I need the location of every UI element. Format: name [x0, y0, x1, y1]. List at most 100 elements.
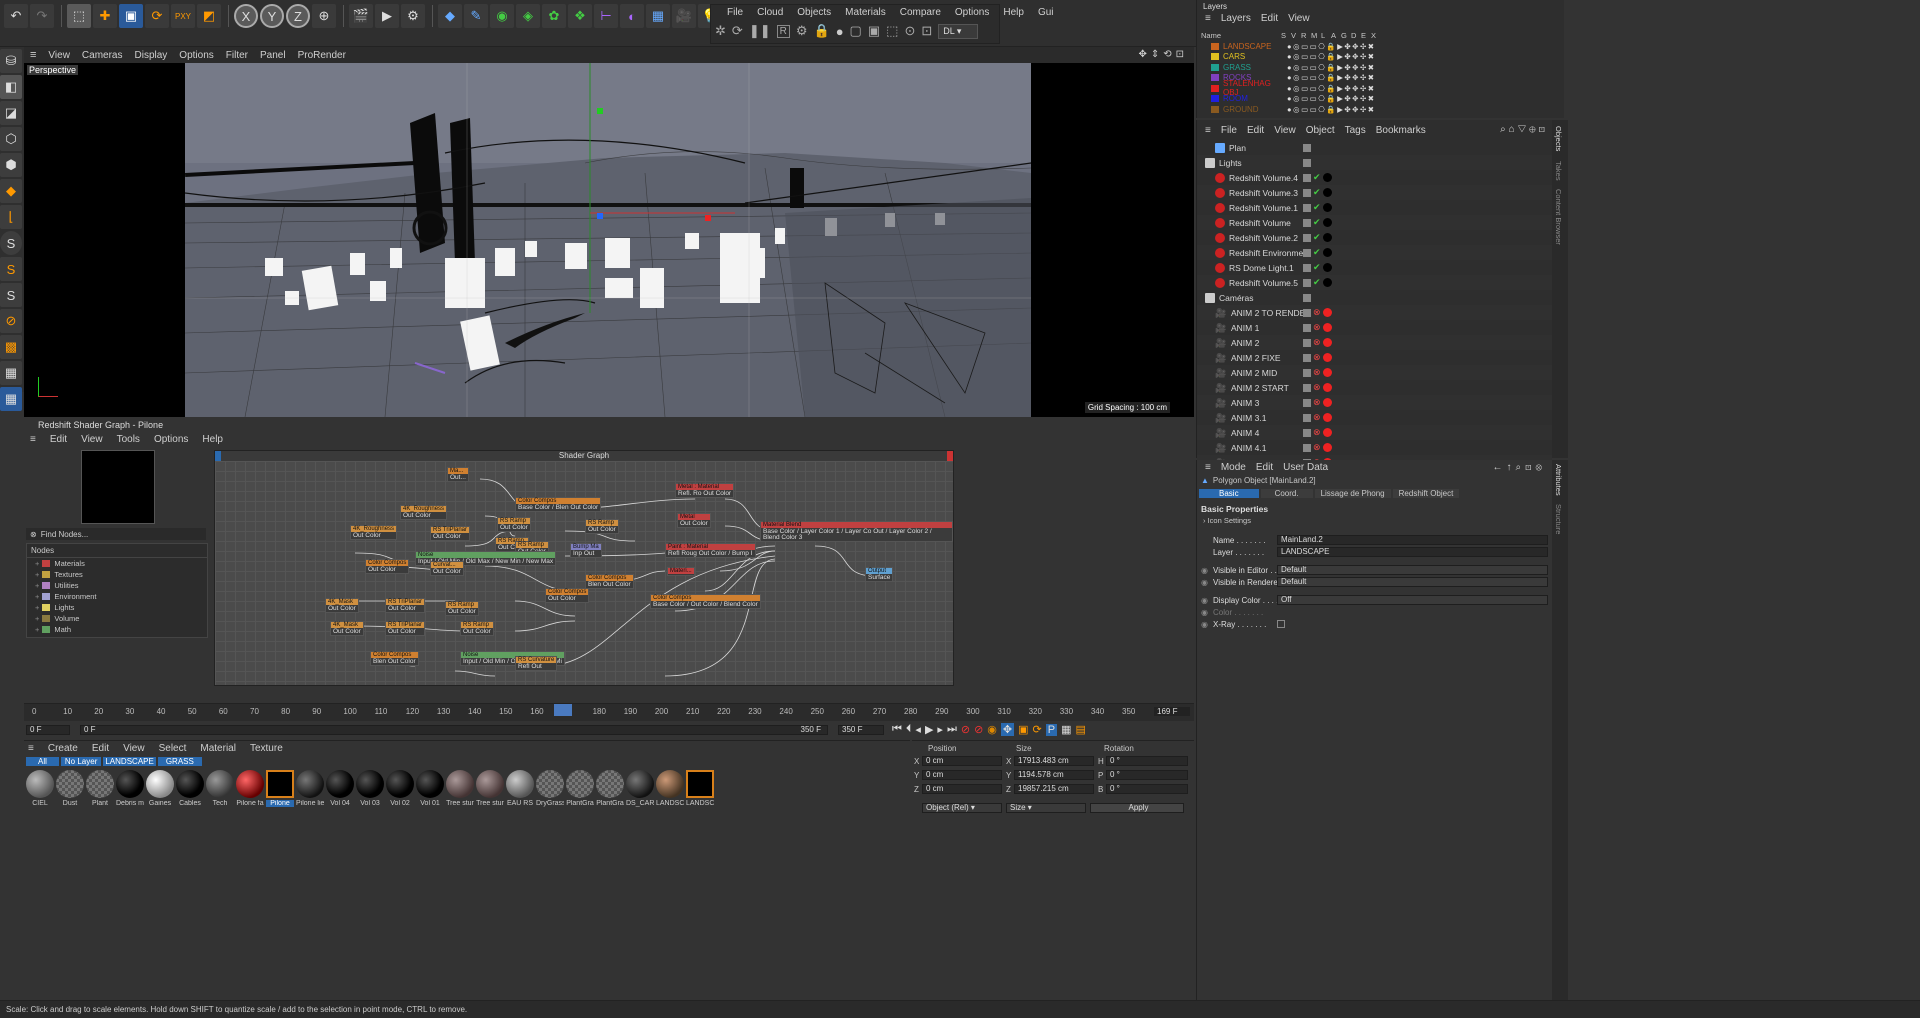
shader-node[interactable]: RS RampOut Color [460, 621, 494, 636]
check-icon[interactable]: ✔ [1313, 232, 1321, 243]
edit-visibility-icon[interactable] [1303, 188, 1311, 197]
material-menu-material[interactable]: Material [200, 743, 236, 754]
camera-tag-icon[interactable] [1322, 428, 1332, 437]
edit-visibility-icon[interactable] [1303, 218, 1311, 227]
size-field[interactable]: 17913.483 cm [1014, 756, 1094, 766]
snap-settings-icon[interactable]: S [0, 257, 22, 281]
timeline-window-icon[interactable]: ▤ [1075, 723, 1085, 736]
node-category-item[interactable]: + Utilities [27, 580, 207, 591]
material-swatch[interactable]: LANDSC [686, 770, 714, 807]
pin-icon[interactable]: ⊙ [904, 23, 915, 39]
camera-tag-icon[interactable] [1322, 323, 1332, 332]
refresh-icon[interactable]: ⟳ [732, 23, 743, 39]
attribute-value-field[interactable]: MainLand.2 [1277, 535, 1548, 545]
viewport-nav-icons[interactable]: ✥⇕⟲⊡ [1138, 49, 1188, 60]
rotation-field[interactable]: 0 ° [1106, 756, 1188, 766]
undo-icon[interactable]: ↶ [4, 4, 28, 28]
object-row[interactable]: 🎥 ANIM 2 MID ⊗ [1197, 365, 1552, 380]
camera-tag-icon[interactable] [1322, 368, 1332, 377]
viewport-menu-display[interactable]: Display [135, 50, 168, 61]
node-category-item[interactable]: + Textures [27, 569, 207, 580]
edit-visibility-icon[interactable] [1303, 338, 1311, 347]
shader-node[interactable]: Color Compos Base Color / Blen Out Color [515, 497, 602, 512]
floor-icon[interactable]: ▦ [646, 4, 670, 28]
scale-tool-icon[interactable]: ▣ [119, 4, 143, 28]
tab-coord[interactable]: Coord. [1260, 488, 1313, 498]
viewport-menu-icon[interactable]: ≡ [30, 49, 36, 61]
transform-tool-icon[interactable]: ◩ [197, 4, 221, 28]
shader-node[interactable]: RS RampOut Color [497, 517, 531, 532]
shader-node[interactable]: RS TriPlanar Out Color [430, 526, 471, 541]
edit-visibility-icon[interactable] [1303, 233, 1311, 242]
shader-node[interactable]: 4K_Mask Out Color [330, 621, 364, 636]
layer-flags-icons[interactable]: ●◎▭▭⎔🔒▶✤✥✣✖ [1287, 63, 1376, 72]
edit-visibility-icon[interactable] [1303, 173, 1311, 182]
layer-flags-icons[interactable]: ●◎▭▭⎔🔒▶✤✥✣✖ [1287, 84, 1376, 93]
camera-tag-icon[interactable] [1322, 413, 1332, 422]
filter-no-layer[interactable]: No Layer [60, 756, 102, 766]
shader-node[interactable]: Materi... [667, 567, 695, 576]
objects-menu-view[interactable]: View [1274, 125, 1296, 136]
attributes-menu-userdata[interactable]: User Data [1283, 462, 1328, 473]
object-row[interactable]: Redshift Volume.5 ✔ [1197, 275, 1552, 290]
shader-node[interactable]: Curvat... Out Color [430, 561, 464, 576]
material-swatch[interactable]: DryGrass [536, 770, 564, 807]
target-icon[interactable]: ⊗ [1313, 397, 1321, 408]
attribute-radio-icon[interactable]: ◉ [1201, 620, 1209, 629]
edit-visibility-icon[interactable] [1303, 293, 1311, 302]
attribute-value-field[interactable]: Default [1277, 565, 1548, 575]
material-swatch[interactable]: Dust [56, 770, 84, 807]
object-row[interactable]: 🎥 ANIM 4 ⊗ [1197, 425, 1552, 440]
object-row[interactable]: 🎥 ANIM 4.1 ⊗ [1197, 440, 1552, 455]
key-param-icon[interactable]: P [1045, 723, 1058, 736]
material-tag-icon[interactable] [1322, 218, 1332, 227]
key-rotation-icon[interactable]: ⟳ [1033, 723, 1042, 736]
expand-icon[interactable]: + [35, 625, 39, 634]
timeline[interactable]: 0 10 20 30 40 50 60 70 80 90 100 110 120 130 140 150 160… [24, 703, 1194, 721]
apply-button[interactable]: Apply [1090, 803, 1184, 813]
coordinate-system-icon[interactable]: ⊕ [312, 4, 336, 28]
edit-visibility-icon[interactable] [1303, 443, 1311, 452]
expand-icon[interactable]: + [35, 570, 39, 579]
shader-node[interactable]: Color Compos Blen Out Color [370, 651, 419, 666]
lock-icon[interactable]: 🔒 [814, 23, 830, 39]
viewport-menu-panel[interactable]: Panel [260, 50, 286, 61]
object-row[interactable]: Caméras [1197, 290, 1552, 305]
material-swatch[interactable]: Cables [176, 770, 204, 807]
material-swatch[interactable]: Vol 04 [326, 770, 354, 807]
layer-color-swatch[interactable] [1211, 63, 1219, 71]
icon-settings-toggle[interactable]: › Icon Settings [1197, 516, 1552, 528]
target-icon[interactable]: ⊗ [1313, 382, 1321, 393]
shader-node[interactable]: 4K_Roughness Out Color [350, 525, 398, 540]
material-tag-icon[interactable] [1322, 233, 1332, 242]
attributes-menu-edit[interactable]: Edit [1256, 462, 1273, 473]
objects-menu-file[interactable]: File [1221, 125, 1237, 136]
check-icon[interactable]: ✔ [1313, 172, 1321, 183]
position-field[interactable]: 0 cm [922, 756, 1002, 766]
object-row[interactable]: Lights [1197, 155, 1552, 170]
move-tool-icon[interactable]: ✚ [93, 4, 117, 28]
select-tool-icon[interactable]: ⬚ [67, 4, 91, 28]
expand-icon[interactable]: + [35, 581, 39, 590]
expand-icon[interactable]: + [35, 603, 39, 612]
filter-all[interactable]: All [26, 756, 59, 766]
camera-tag-icon[interactable] [1322, 308, 1332, 317]
material-swatch[interactable]: PlantGra [596, 770, 624, 807]
find-nodes-field[interactable]: ⊗ Find Nodes... [26, 528, 206, 540]
pause-icon[interactable]: ❚❚ [749, 23, 771, 39]
shader-menu-help[interactable]: Help [202, 434, 223, 445]
edit-visibility-icon[interactable] [1303, 278, 1311, 287]
check-icon[interactable]: ✔ [1313, 187, 1321, 198]
edge-mode-icon[interactable]: ⬢ [0, 153, 22, 177]
camera-tag-icon[interactable] [1322, 383, 1332, 392]
coord-mode-select[interactable]: Object (Rel) ▾ [922, 803, 1002, 813]
end-frame-field[interactable]: 350 F [838, 725, 884, 735]
filter-landscape[interactable]: LANDSCAPE [103, 756, 156, 766]
edit-visibility-icon[interactable] [1303, 263, 1311, 272]
viewport-menu-cameras[interactable]: Cameras [82, 50, 123, 61]
check-icon[interactable]: ✔ [1313, 262, 1321, 273]
tab-phong[interactable]: Lissage de Phong [1314, 488, 1391, 498]
shader-node[interactable]: Paint : Material Refl Roug Out Color / Bu… [665, 543, 756, 558]
key-selection-icon[interactable]: ◉ [987, 723, 997, 736]
preview-range-bar[interactable]: 0 F 350 F [80, 725, 828, 735]
